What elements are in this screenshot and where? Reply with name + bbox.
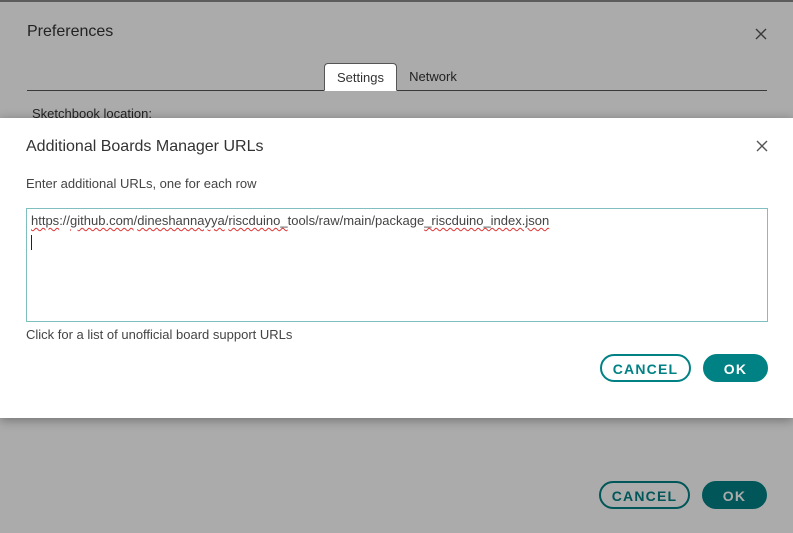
boards-urls-dialog: Additional Boards Manager URLs Enter add… [0, 118, 793, 418]
url-segment: :// [59, 213, 71, 228]
dialog-title: Additional Boards Manager URLs [26, 138, 264, 155]
url-segment: _riscduino_index.json [424, 213, 550, 228]
url-segment: dineshannayya [137, 213, 225, 228]
dialog-close-icon[interactable] [755, 139, 769, 153]
dialog-ok-button[interactable]: OK [703, 354, 768, 382]
url-segment: riscduino_ [228, 213, 288, 228]
screen: Preferences Settings Network Sketchbook … [0, 0, 793, 533]
url-row: https://github.com/dineshannayya/riscdui… [31, 213, 763, 229]
dialog-instructions: Enter additional URLs, one for each row [26, 176, 257, 191]
tab-settings[interactable]: Settings [324, 63, 397, 91]
dialog-cancel-button[interactable]: CANCEL [600, 354, 691, 382]
url-segment: tools/raw/main/package [287, 213, 425, 228]
url-segment: github.com [70, 213, 134, 228]
urls-textarea[interactable]: https://github.com/dineshannayya/riscdui… [26, 208, 768, 322]
unofficial-urls-link[interactable]: Click for a list of unofficial board sup… [26, 327, 292, 342]
url-segment: https [31, 213, 60, 228]
text-caret [31, 235, 32, 250]
